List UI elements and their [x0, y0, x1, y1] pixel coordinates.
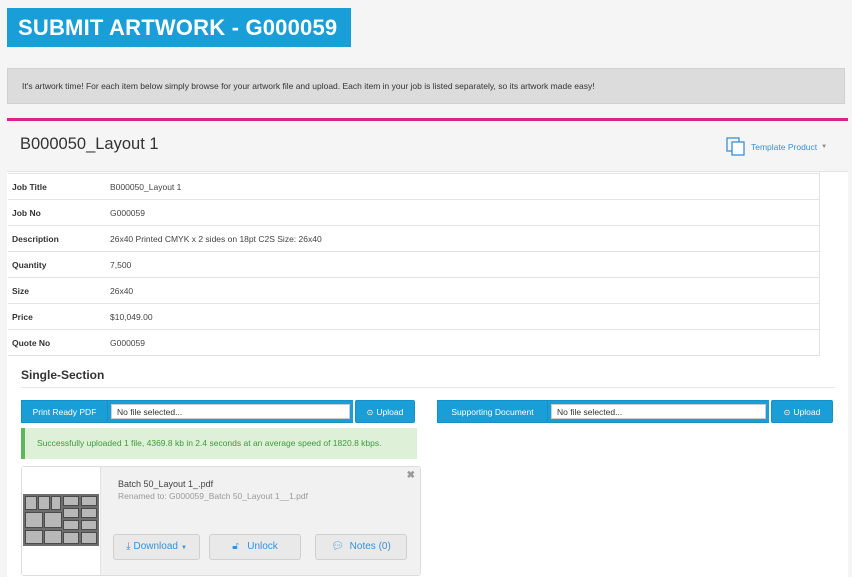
file-name: Batch 50_Layout 1_.pdf — [118, 479, 214, 489]
detail-label: Price — [8, 303, 106, 330]
close-icon[interactable]: ✖ — [407, 470, 415, 481]
panel-title: B000050_Layout 1 — [20, 135, 159, 153]
table-row: Job Title B000050_Layout 1 — [8, 173, 820, 200]
detail-label: Job Title — [8, 173, 106, 200]
file-renamed-text: Renamed to: G000059_Batch 50_Layout 1__1… — [118, 491, 308, 501]
table-row: Quantity 7,500 — [8, 251, 820, 278]
panel-header: B000050_Layout 1 Template Product ▼ — [7, 121, 848, 172]
notes-button[interactable]: 💬︎ Notes (0) — [315, 534, 407, 560]
detail-label: Size — [8, 277, 106, 304]
detail-label: Job No — [8, 199, 106, 226]
table-row: Size 26x40 — [8, 277, 820, 304]
print-ready-file-input[interactable]: No file selected... — [111, 404, 350, 419]
download-icon: ⤓ — [126, 541, 131, 552]
file-thumbnail — [22, 467, 101, 575]
upload-label: Upload — [376, 407, 404, 417]
section-divider — [21, 387, 835, 388]
detail-value: $10,049.00 — [106, 303, 820, 330]
upload-label: Upload — [793, 407, 821, 417]
supporting-file-input[interactable]: No file selected... — [551, 404, 766, 419]
download-label: Download — [133, 541, 178, 552]
upload-success-alert: Successfully uploaded 1 file, 4369.8 kb … — [21, 428, 417, 459]
download-button[interactable]: ⤓ Download ▼ — [113, 534, 200, 560]
supporting-upload-group: Supporting Document No file selected... … — [437, 400, 833, 423]
caret-down-icon: ▼ — [821, 144, 828, 150]
detail-value: 26x40 Printed CMYK x 2 sides on 18pt C2S… — [106, 225, 820, 252]
page-title: SUBMIT ARTWORK - G000059 — [7, 8, 351, 47]
caret-down-icon: ▼ — [180, 545, 187, 551]
copy-icon — [726, 137, 745, 156]
uploaded-file-card: ✖ Batch 50_Layout 1_.pdf Renamed to: G00… — [21, 466, 421, 576]
supporting-upload-button[interactable]: ⊙ Upload — [771, 400, 833, 423]
job-panel: B000050_Layout 1 Template Product ▼ Job … — [7, 118, 848, 577]
detail-value: B000050_Layout 1 — [106, 173, 820, 200]
table-row: Job No G000059 — [8, 199, 820, 226]
supporting-file-field[interactable]: No file selected... — [548, 400, 769, 423]
detail-value: 7,500 — [106, 251, 820, 278]
table-row: Description 26x40 Printed CMYK x 2 sides… — [8, 225, 820, 252]
detail-value: G000059 — [106, 329, 820, 356]
arrow-circle-up-icon: ⊙ — [783, 408, 791, 417]
table-row: Price $10,049.00 — [8, 303, 820, 330]
file-card-body: ✖ Batch 50_Layout 1_.pdf Renamed to: G00… — [101, 467, 420, 575]
comments-icon: 💬︎ — [331, 541, 344, 552]
arrow-circle-up-icon: ⊙ — [366, 408, 374, 417]
section-title: Single-Section — [21, 368, 105, 382]
unlock-button[interactable]: 🔓︎ Unlock — [209, 534, 301, 560]
supporting-label: Supporting Document — [437, 400, 548, 423]
template-product-label: Template Product — [751, 142, 818, 152]
info-banner: It's artwork time! For each item below s… — [7, 68, 845, 104]
unlock-label: Unlock — [247, 541, 278, 552]
job-details-table: Job Title B000050_Layout 1 Job No G00005… — [8, 173, 820, 356]
notes-label: Notes (0) — [349, 541, 391, 552]
table-row: Quote No G000059 — [8, 329, 820, 356]
detail-value: G000059 — [106, 199, 820, 226]
print-ready-label: Print Ready PDF — [21, 400, 108, 423]
layout-preview-image — [23, 494, 99, 546]
print-ready-upload-group: Print Ready PDF No file selected... ⊙ Upl… — [21, 400, 415, 423]
unlock-icon: 🔓︎ — [232, 541, 239, 552]
detail-label: Quantity — [8, 251, 106, 278]
print-ready-file-field[interactable]: No file selected... — [108, 400, 353, 423]
detail-value: 26x40 — [106, 277, 820, 304]
detail-label: Quote No — [8, 329, 106, 356]
detail-label: Description — [8, 225, 106, 252]
template-product-button[interactable]: Template Product ▼ — [725, 136, 827, 158]
print-ready-upload-button[interactable]: ⊙ Upload — [355, 400, 415, 423]
